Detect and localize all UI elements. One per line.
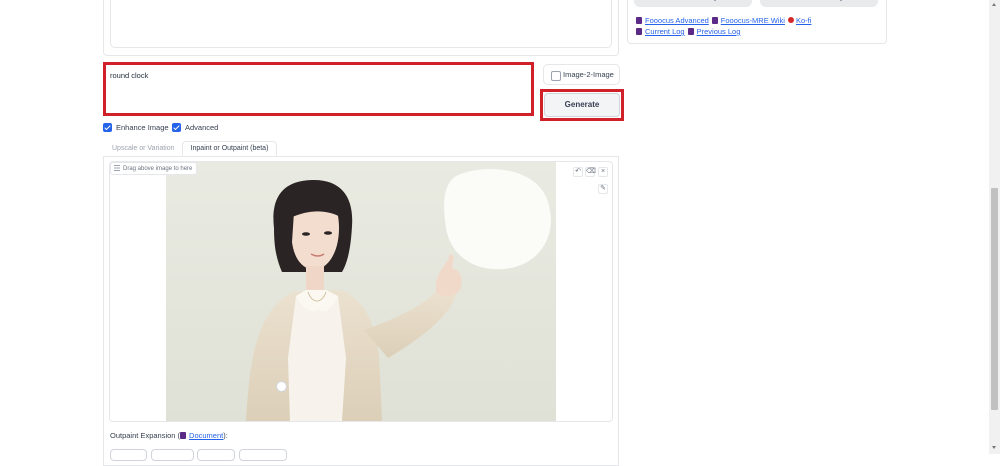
links-row-1: Fooocus Advanced Fooocus-MRE Wiki Ko-fi	[636, 16, 811, 25]
right-button-2[interactable]	[760, 0, 878, 7]
outpaint-option-top[interactable]	[197, 449, 235, 461]
inpaint-image[interactable]	[166, 162, 556, 421]
scroll-thumb[interactable]	[991, 188, 998, 410]
image2image-label: Image-2-Image	[563, 70, 614, 79]
brush-icon[interactable]: ✎	[598, 184, 608, 194]
clear-icon[interactable]: ⌫	[585, 167, 596, 177]
book-icon	[687, 28, 694, 35]
book-icon	[636, 28, 642, 35]
links-row-2: Current Log Previous Log	[636, 27, 740, 36]
enhance-image-label: Enhance Image	[116, 123, 169, 132]
link-fooocus-mre-wiki[interactable]: Fooocus-MRE Wiki	[721, 16, 785, 25]
scroll-down-icon[interactable]	[992, 446, 996, 449]
book-icon	[180, 432, 187, 439]
outpaint-document-link[interactable]: Document	[189, 431, 223, 440]
top-textarea[interactable]	[110, 0, 612, 48]
link-current-log[interactable]: Current Log	[645, 27, 685, 36]
kofi-icon	[787, 17, 794, 23]
image2image-checkbox[interactable]	[551, 71, 561, 81]
link-fooocus-advanced[interactable]: Fooocus Advanced	[645, 16, 709, 25]
top-panel	[103, 0, 619, 56]
book-icon	[711, 17, 718, 24]
advanced-checkbox[interactable]	[172, 123, 181, 132]
links-panel: Fooocus Advanced Fooocus-MRE Wiki Ko-fi Cu…	[627, 0, 887, 44]
scroll-up-icon[interactable]	[992, 3, 996, 6]
enhance-image-checkbox[interactable]	[103, 123, 112, 132]
tab-upscale-variation[interactable]: Upscale or Variation	[112, 145, 175, 152]
brush-cursor	[276, 381, 287, 392]
drag-label-text: Drag above image to here	[123, 166, 193, 172]
drag-handle-icon	[114, 165, 120, 171]
image2image-toggle[interactable]: Image-2-Image	[543, 64, 620, 85]
undo-icon[interactable]: ↶	[573, 167, 583, 177]
outpaint-label-prefix: Outpaint Expansion (	[110, 431, 181, 440]
outpaint-option-left[interactable]	[110, 449, 147, 461]
prompt-text: round clock	[110, 71, 149, 80]
book-icon	[636, 17, 642, 24]
tab-inpaint-outpaint[interactable]: Inpaint or Outpaint (beta)	[182, 141, 277, 156]
right-button-1[interactable]	[634, 0, 752, 7]
advanced-label: Advanced	[185, 123, 219, 132]
close-icon[interactable]: ×	[598, 167, 608, 177]
drag-source-label[interactable]: Drag above image to here	[110, 162, 198, 175]
outpaint-label-suffix: ):	[223, 431, 228, 440]
outpaint-expansion-label: Outpaint Expansion ( Document):	[110, 431, 228, 440]
link-previous-log[interactable]: Previous Log	[697, 27, 741, 36]
generate-button[interactable]: Generate	[544, 93, 620, 117]
outpaint-option-right[interactable]	[151, 449, 194, 461]
page-scrollbar[interactable]	[989, 0, 1000, 454]
outpaint-option-bottom[interactable]	[239, 449, 287, 461]
link-kofi[interactable]: Ko-fi	[796, 16, 811, 25]
prompt-input[interactable]: round clock	[103, 62, 534, 116]
